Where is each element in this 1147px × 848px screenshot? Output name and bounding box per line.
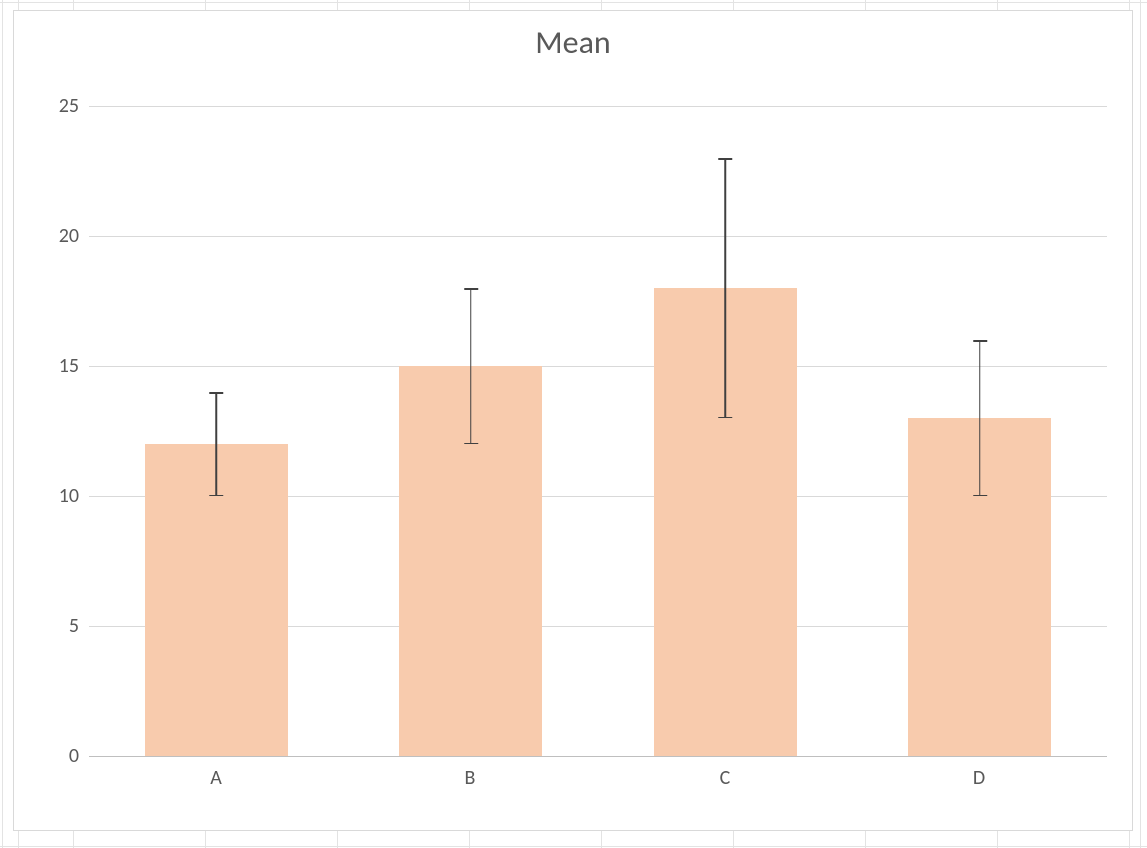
error-bar: [979, 340, 981, 496]
axis-baseline: [89, 756, 1107, 757]
error-bar: [725, 158, 727, 418]
error-bar: [470, 288, 472, 444]
chart-object[interactable]: Mean 0 5 10 15 20 25 A B C D: [13, 10, 1133, 831]
plot-area: [89, 106, 1107, 756]
y-tick-label: 25: [19, 94, 79, 118]
error-bar: [216, 392, 218, 496]
spreadsheet-sheet: Mean 0 5 10 15 20 25 A B C D: [0, 0, 1147, 848]
gridline: [89, 236, 1107, 237]
chart-title: Mean: [14, 23, 1132, 62]
x-tick-label: A: [89, 766, 343, 790]
gridline: [89, 366, 1107, 367]
x-tick-label: B: [343, 766, 597, 790]
gridline: [89, 106, 1107, 107]
y-tick-label: 15: [19, 354, 79, 378]
y-tick-label: 10: [19, 484, 79, 508]
x-tick-label: D: [852, 766, 1106, 790]
y-tick-label: 0: [19, 744, 79, 768]
y-tick-label: 5: [19, 614, 79, 638]
y-tick-label: 20: [19, 224, 79, 248]
x-tick-label: C: [598, 766, 852, 790]
